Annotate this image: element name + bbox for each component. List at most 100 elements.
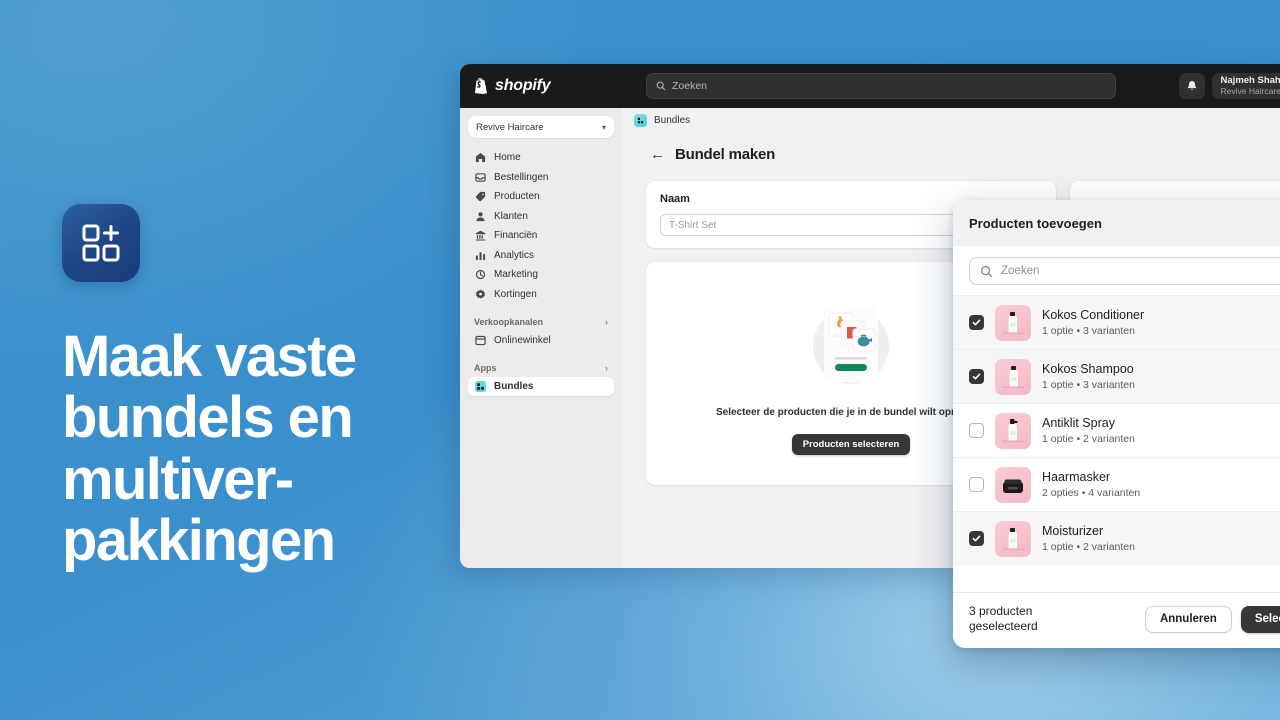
product-info: Antiklit Spray 1 optie • 2 varianten	[1042, 416, 1135, 446]
sidebar-item-kortingen[interactable]: Kortingen	[468, 285, 614, 304]
product-name: Haarmasker	[1042, 469, 1111, 484]
product-tag-icon	[474, 191, 486, 203]
person-icon	[474, 210, 486, 222]
modal-title: Producten toevoegen	[953, 200, 1280, 246]
list-item[interactable]: Kokos Shampoo 1 optie • 3 varianten	[953, 349, 1280, 403]
product-name: Moisturizer	[1042, 523, 1104, 538]
product-thumbnail	[995, 466, 1031, 503]
admin-search-field[interactable]: Zoeken	[646, 73, 1116, 99]
product-info: Moisturizer 1 optie • 2 varianten	[1042, 524, 1135, 554]
list-item[interactable]: Moisturizer 1 optie • 2 varianten	[953, 511, 1280, 565]
checkmark-icon	[972, 535, 981, 542]
shopify-bag-icon	[475, 78, 487, 94]
sidebar-item-label: Klanten	[494, 210, 528, 222]
product-info: Haarmasker 2 opties • 4 varianten	[1042, 470, 1140, 500]
list-item[interactable]: Haarmasker 2 opties • 4 varianten	[953, 457, 1280, 511]
bundles-app-icon	[62, 204, 140, 282]
user-account-chip[interactable]: Najmeh Shahy Revive Haircare	[1211, 73, 1280, 99]
select-button[interactable]: Selecteren	[1240, 605, 1280, 633]
search-icon	[656, 81, 666, 91]
sidebar-item-bundles[interactable]: Bundles	[468, 376, 614, 396]
product-name: Antiklit Spray	[1042, 415, 1115, 430]
sidebar-section-label: Verkoopkanalen	[474, 317, 544, 327]
product-info: Kokos Conditioner 1 optie • 3 varianten	[1042, 308, 1144, 338]
bar-chart-icon	[474, 249, 486, 261]
product-search-input[interactable]: Zoeken	[969, 257, 1280, 285]
user-store-name: Revive Haircare	[1220, 85, 1280, 96]
cancel-button[interactable]: Annuleren	[1144, 605, 1232, 633]
sidebar-item-marketing[interactable]: Marketing	[468, 265, 614, 284]
selected-count-label: 3 producten geselecteerd	[969, 603, 1038, 634]
search-icon	[980, 265, 993, 277]
product-meta: 1 optie • 3 varianten	[1042, 325, 1135, 338]
orders-icon	[474, 171, 486, 183]
product-checkbox[interactable]	[969, 531, 984, 546]
add-products-modal: Producten toevoegen Zoeken Kokos Conditi…	[953, 200, 1280, 648]
promo-panel: Maak vaste bundels en multiver- pakkinge…	[62, 204, 462, 572]
product-meta: 1 optie • 2 varianten	[1042, 541, 1135, 554]
sidebar-item-onlinewinkel[interactable]: Onlinewinkel	[468, 331, 614, 350]
sidebar-item-bestellingen[interactable]: Bestellingen	[468, 168, 614, 187]
sidebar-item-label: Financiën	[494, 230, 538, 241]
product-checkbox[interactable]	[969, 315, 984, 330]
bank-icon	[474, 230, 486, 242]
chevron-right-icon: ›	[605, 363, 608, 373]
product-meta: 1 optie • 2 varianten	[1042, 433, 1135, 446]
discount-icon	[474, 288, 486, 300]
product-thumbnail	[995, 412, 1031, 449]
sidebar-item-producten[interactable]: Producten	[468, 187, 614, 206]
store-selector-label: Revive Haircare	[476, 121, 544, 133]
product-checkbox[interactable]	[969, 423, 984, 438]
store-selector[interactable]: Revive Haircare ▾	[468, 116, 614, 138]
sidebar-item-label: Home	[494, 152, 521, 163]
product-name: Kokos Conditioner	[1042, 307, 1145, 322]
modal-search-container: Zoeken	[953, 246, 1280, 295]
sidebar-item-label: Marketing	[494, 269, 538, 280]
product-checkbox[interactable]	[969, 369, 984, 384]
product-info: Kokos Shampoo 1 optie • 3 varianten	[1042, 362, 1135, 392]
select-products-button[interactable]: Producten selecteren	[791, 433, 911, 455]
megaphone-icon	[474, 269, 486, 281]
product-thumbnail	[995, 358, 1031, 395]
checkmark-icon	[972, 373, 981, 380]
sidebar-item-analytics[interactable]: Analytics	[468, 246, 614, 265]
list-item[interactable]: Kokos Conditioner 1 optie • 3 varianten	[953, 295, 1280, 349]
sidebar-section-apps[interactable]: Apps ›	[468, 360, 614, 377]
sidebar-item-label: Kortingen	[494, 288, 537, 300]
shopify-logo[interactable]: shopify	[474, 77, 634, 95]
bundles-app-icon	[634, 113, 647, 127]
page-title: Bundel maken	[675, 146, 776, 163]
product-name: Kokos Shampoo	[1042, 361, 1134, 376]
sidebar-item-label: Onlinewinkel	[494, 334, 551, 346]
chevron-down-icon: ▾	[601, 122, 606, 132]
sidebar-section-label: Apps	[474, 363, 497, 373]
user-name: Najmeh Shahy	[1220, 74, 1280, 86]
modal-footer: 3 producten geselecteerd Annuleren Selec…	[953, 591, 1280, 648]
promo-headline: Maak vaste bundels en multiver- pakkinge…	[62, 324, 357, 574]
product-meta: 1 optie • 3 varianten	[1042, 379, 1135, 392]
sidebar-primary-nav: Home Bestellingen Producten Klanten Fina…	[468, 148, 614, 304]
sidebar-item-label: Bestellingen	[494, 171, 549, 183]
sidebar-item-label: Analytics	[494, 249, 535, 261]
chevron-right-icon: ›	[605, 317, 608, 327]
admin-search-placeholder: Zoeken	[672, 80, 708, 92]
breadcrumb: Bundles	[622, 108, 1280, 132]
product-thumbnail	[995, 304, 1031, 341]
sidebar-item-label: Bundles	[494, 380, 534, 392]
product-checkbox[interactable]	[969, 477, 984, 492]
bell-icon[interactable]	[1178, 73, 1205, 99]
list-item[interactable]: Antiklit Spray 1 optie • 2 varianten	[953, 403, 1280, 457]
admin-sidebar: Revive Haircare ▾ Home Bestellingen Prod…	[460, 108, 622, 568]
checkmark-icon	[972, 319, 981, 326]
page-header: ← Bundel maken	[622, 132, 1280, 163]
product-meta: 2 opties • 4 varianten	[1042, 487, 1141, 500]
breadcrumb-label[interactable]: Bundles	[654, 115, 690, 126]
home-icon	[474, 152, 486, 164]
sidebar-section-verkoopkanalen[interactable]: Verkoopkanalen ›	[468, 314, 614, 331]
back-arrow-icon[interactable]: ←	[650, 147, 665, 162]
sidebar-item-label: Producten	[494, 191, 540, 202]
sidebar-item-klanten[interactable]: Klanten	[468, 207, 614, 226]
online-store-icon	[474, 334, 486, 346]
sidebar-item-home[interactable]: Home	[468, 148, 614, 167]
sidebar-item-financien[interactable]: Financiën	[468, 226, 614, 245]
